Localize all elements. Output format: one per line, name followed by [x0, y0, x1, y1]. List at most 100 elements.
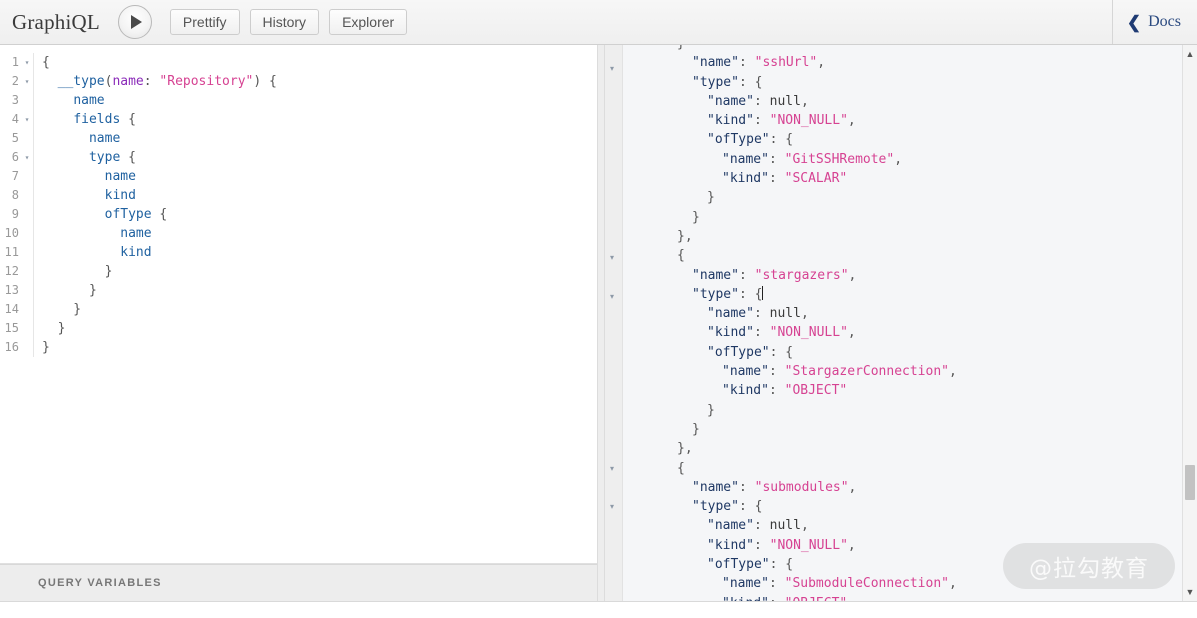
line-number: 11 [0, 243, 21, 262]
scroll-up-arrow-icon[interactable]: ▲ [1183, 47, 1197, 61]
query-line: 9 ofType { [0, 205, 597, 224]
query-variables-toggle[interactable]: QUERY VARIABLES [0, 564, 597, 601]
query-line: 6▾ type { [0, 148, 597, 167]
result-line: "name": null, [623, 304, 1182, 323]
query-line: 14 } [0, 300, 597, 319]
pane-divider[interactable] [597, 45, 605, 601]
fold-arrow-icon[interactable]: ▾ [610, 293, 614, 301]
gutter-separator [33, 110, 34, 129]
result-line: "name": "submodules", [623, 478, 1182, 497]
result-line: "name": "sshUrl", [623, 53, 1182, 72]
result-fold-gutter[interactable]: ▾ ▾ ▾ ▾ ▾ [605, 45, 623, 601]
fold-spacer [21, 205, 33, 224]
scroll-down-arrow-icon[interactable]: ▼ [1183, 585, 1197, 599]
fold-arrow-icon[interactable]: ▾ [21, 110, 33, 129]
query-line: 16} [0, 338, 597, 357]
result-line: } [623, 401, 1182, 420]
query-line-text: } [40, 319, 65, 338]
query-code-area[interactable]: 1▾{2▾ __type(name: "Repository") {3 name… [0, 45, 597, 563]
fold-spacer [21, 91, 33, 110]
query-line-text: fields { [40, 110, 136, 129]
query-editor[interactable]: 1▾{2▾ __type(name: "Repository") {3 name… [0, 45, 597, 564]
play-icon [131, 15, 142, 29]
query-line-text: kind [40, 186, 136, 205]
execute-query-button[interactable] [118, 5, 152, 39]
result-line: "kind": "SCALAR" [623, 169, 1182, 188]
query-line-text: } [40, 281, 97, 300]
line-number: 6 [0, 148, 21, 167]
line-number: 1 [0, 53, 21, 72]
result-vertical-scrollbar[interactable]: ▲ ▼ [1182, 45, 1197, 601]
line-number: 13 [0, 281, 21, 300]
gutter-separator [33, 319, 34, 338]
result-line: } [623, 188, 1182, 207]
app-logo: GraphiQL [12, 10, 100, 35]
scrollbar-thumb[interactable] [1185, 465, 1195, 500]
fold-spacer [21, 262, 33, 281]
line-number: 3 [0, 91, 21, 110]
gutter-separator [33, 72, 34, 91]
query-line-text: } [40, 262, 112, 281]
line-number: 15 [0, 319, 21, 338]
line-number: 14 [0, 300, 21, 319]
gutter-separator [33, 91, 34, 110]
query-line: 3 name [0, 91, 597, 110]
query-line-text: } [40, 300, 81, 319]
fold-arrow-icon[interactable]: ▾ [21, 72, 33, 91]
query-line-text: kind [40, 243, 152, 262]
result-line: }, [623, 439, 1182, 458]
fold-arrow-icon[interactable]: ▾ [21, 148, 33, 167]
result-line: "ofType": { [623, 130, 1182, 149]
line-number: 9 [0, 205, 21, 224]
result-line: "kind": "NON_NULL", [623, 323, 1182, 342]
fold-spacer [21, 281, 33, 300]
query-line: 11 kind [0, 243, 597, 262]
query-line: 13 } [0, 281, 597, 300]
result-line: } [623, 45, 1182, 53]
prettify-button[interactable]: Prettify [170, 9, 240, 35]
gutter-separator [33, 262, 34, 281]
graphiql-app: GraphiQL Prettify History Explorer ❮ Doc… [0, 0, 1197, 618]
query-line: 2▾ __type(name: "Repository") { [0, 72, 597, 91]
result-line: "kind": "OBJECT" [623, 594, 1182, 601]
result-line: "name": null, [623, 516, 1182, 535]
gutter-separator [33, 148, 34, 167]
query-line-text: } [40, 338, 50, 357]
result-line: "name": "SubmoduleConnection", [623, 574, 1182, 593]
query-line: 15 } [0, 319, 597, 338]
gutter-separator [33, 243, 34, 262]
query-line-text: { [40, 53, 50, 72]
query-line: 8 kind [0, 186, 597, 205]
result-line: "name": "GitSSHRemote", [623, 150, 1182, 169]
result-line: "name": "StargazerConnection", [623, 362, 1182, 381]
query-line: 12 } [0, 262, 597, 281]
text-cursor [762, 286, 763, 300]
result-line: "ofType": { [623, 343, 1182, 362]
fold-arrow-icon[interactable]: ▾ [610, 503, 614, 511]
line-number: 8 [0, 186, 21, 205]
result-line: "type": { [623, 285, 1182, 304]
result-line: "kind": "NON_NULL", [623, 111, 1182, 130]
fold-arrow-icon[interactable]: ▾ [610, 65, 614, 73]
fold-arrow-icon[interactable]: ▾ [610, 254, 614, 262]
result-code-area: }"name": "sshUrl","type": {"name": null,… [623, 45, 1182, 601]
gutter-separator [33, 300, 34, 319]
fold-arrow-icon[interactable]: ▾ [21, 53, 33, 72]
result-line: "type": { [623, 73, 1182, 92]
result-line: "kind": "NON_NULL", [623, 536, 1182, 555]
fold-arrow-icon[interactable]: ▾ [610, 465, 614, 473]
gutter-separator [33, 281, 34, 300]
result-pane: ▾▾▾▾▾ }"name": "sshUrl","type": {"name":… [605, 45, 1197, 601]
result-line: "name": "stargazers", [623, 266, 1182, 285]
gutter-separator [33, 167, 34, 186]
line-number: 7 [0, 167, 21, 186]
line-number: 4 [0, 110, 21, 129]
docs-toggle-button[interactable]: ❮ Docs [1112, 0, 1197, 44]
history-button[interactable]: History [250, 9, 320, 35]
fold-spacer [21, 167, 33, 186]
query-line: 7 name [0, 167, 597, 186]
result-viewport[interactable]: }"name": "sshUrl","type": {"name": null,… [623, 45, 1182, 601]
result-line: }, [623, 227, 1182, 246]
fold-spacer [21, 186, 33, 205]
explorer-button[interactable]: Explorer [329, 9, 407, 35]
